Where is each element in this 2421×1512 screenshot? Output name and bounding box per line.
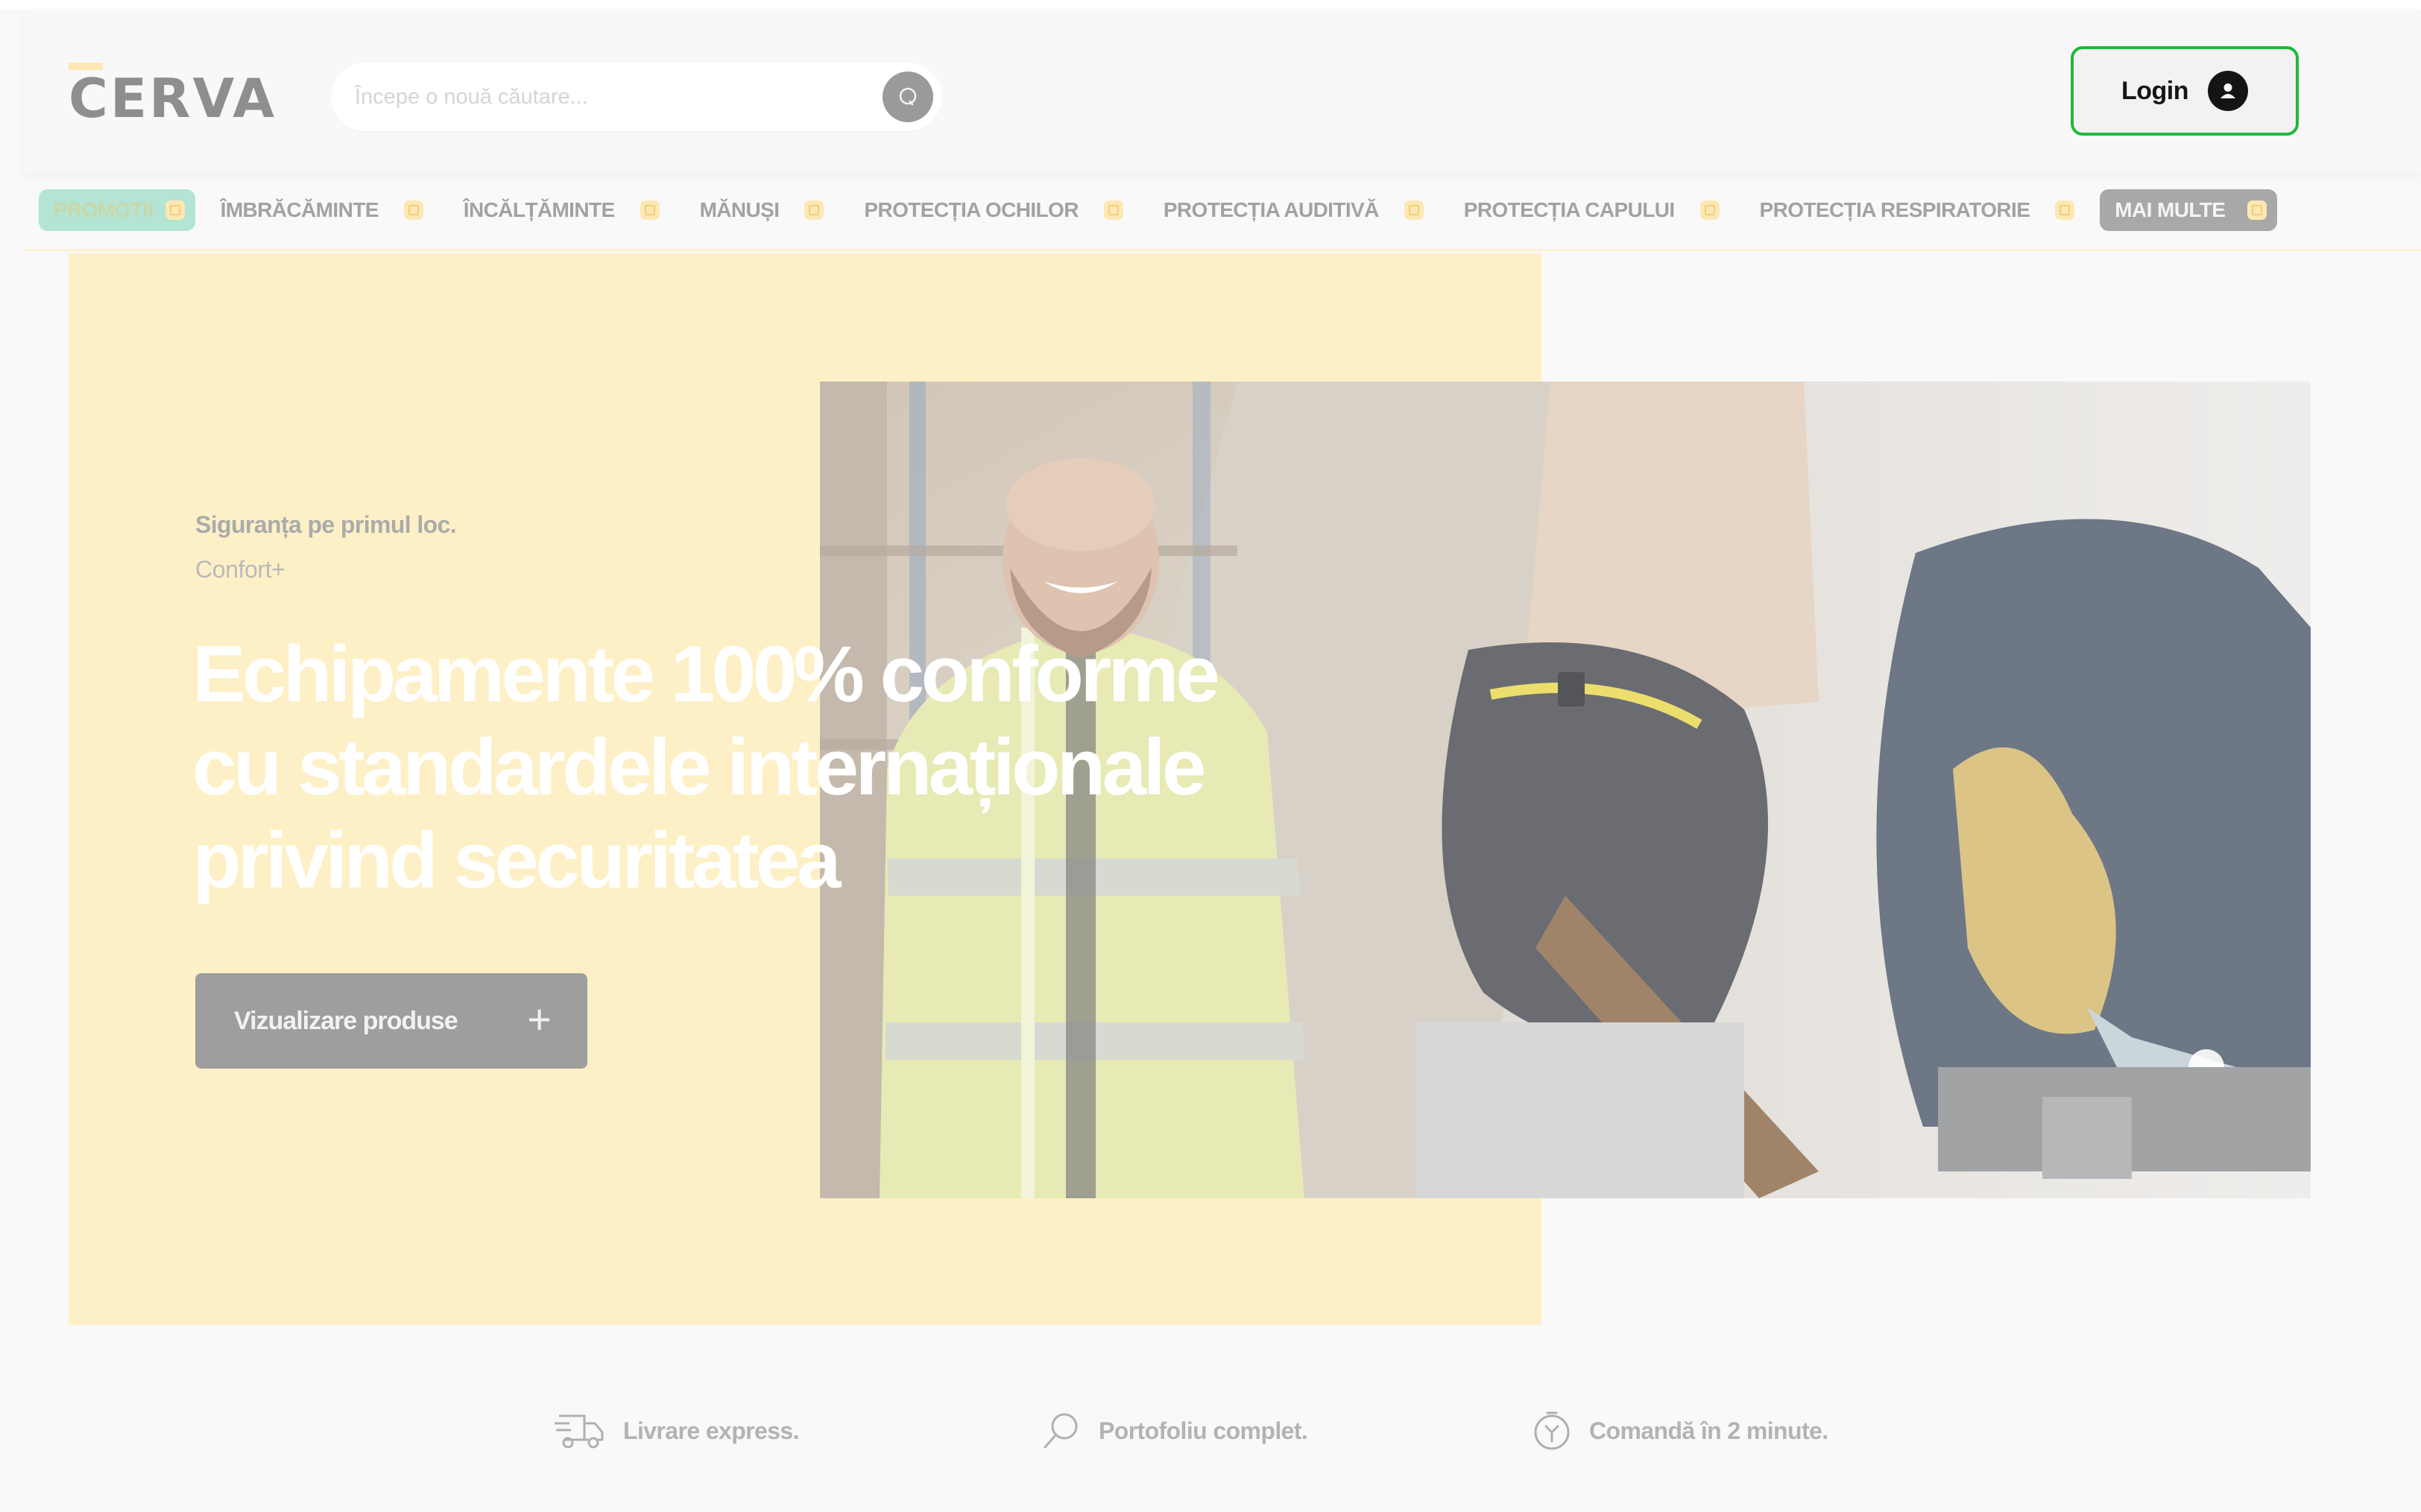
login-button[interactable]: Login [2071,46,2299,136]
chevron-down-icon [804,200,824,220]
nav-item-label: PROMOTII [54,198,154,221]
feature-delivery-label: Livrare express. [623,1417,800,1444]
clock-icon [1534,1411,1570,1450]
user-icon [2208,71,2249,111]
nav-item-label: ÎMBRĂCĂMINTE [220,198,379,221]
nav-item-mai-multe[interactable]: MAI MULTE [2100,189,2278,231]
main-nav: PROMOTII ÎMBRĂCĂMINTE ÎNCĂLȚĂMINTE MĂNUȘ… [39,182,2288,238]
nav-item-label: PROTECȚIA AUDITIVĂ [1163,198,1380,221]
chevron-down-icon [2055,200,2075,220]
logo-accent-bar [69,63,103,70]
feature-fast-order-label: Comandă în 2 minute. [1589,1417,1828,1444]
window-top-strip [0,0,2421,9]
nav-item-protectia-respiratorie[interactable]: PROTECȚIA RESPIRATORIE [1745,189,2090,231]
search-button[interactable] [883,72,933,122]
nav-item-imbracaminte[interactable]: ÎMBRĂCĂMINTE [206,189,438,231]
chevron-down-icon [1103,200,1123,220]
hero-title-line: cu standardele internaționale [192,722,1207,812]
nav-item-label: MAI MULTE [2115,198,2226,221]
nav-item-label: ÎNCĂLȚĂMINTE [463,198,615,221]
hero-sub-kicker: Confort+ [195,556,285,583]
nav-item-incaltaminte[interactable]: ÎNCĂLȚĂMINTE [449,189,675,231]
chevron-down-icon [403,200,423,220]
hero-title-line: Echipamente 100% conforme [192,629,1220,718]
view-products-label: Vizualizare produse [234,1006,458,1035]
search-bar [331,63,942,131]
nav-item-label: PROTECȚIA RESPIRATORIE [1759,198,2030,221]
chevron-down-icon [165,200,185,220]
logo-text: CERVA [69,67,277,130]
nav-item-protectia-capului[interactable]: PROTECȚIA CAPULUI [1449,189,1735,231]
login-label: Login [2121,76,2189,105]
feature-portfolio-label: Portofoliu complet. [1099,1417,1308,1444]
hero-title-line: privind securitatea [192,815,841,905]
nav-item-label: MĂNUȘI [699,198,780,221]
chevron-down-icon [1699,200,1720,220]
nav-item-manusi[interactable]: MĂNUȘI [685,189,839,231]
search-icon [1044,1413,1078,1449]
feature-portfolio: Portofoliu complet. [1041,1401,1308,1461]
hero-title: Echipamente 100% conforme cu standardele… [192,627,1310,907]
search-icon [899,87,917,106]
search-input[interactable] [331,63,883,131]
header-divider [24,249,2421,251]
nav-item-protectia-auditiva[interactable]: PROTECȚIA AUDITIVĂ [1149,189,1439,231]
hero-kicker: Siguranța pe primul loc. [195,511,457,538]
view-products-button[interactable]: Vizualizare produse + [195,973,587,1069]
chevron-down-icon [640,200,660,220]
features-bar: Livrare express. Portofoliu complet. Com… [0,1401,2421,1461]
nav-item-protectia-ochilor[interactable]: PROTECȚIA OCHILOR [849,189,1137,231]
nav-item-label: PROTECȚIA CAPULUI [1463,198,1675,221]
plus-icon: + [527,996,552,1043]
chevron-down-icon [2247,200,2267,220]
page: CERVA Login PROMOTII ÎMBRĂCĂMINTE [0,0,2421,1512]
logo[interactable]: CERVA [69,63,277,130]
chevron-down-icon [1404,200,1424,220]
delivery-truck-icon [555,1414,604,1449]
feature-fast-order: Comandă în 2 minute. [1531,1401,1828,1461]
nav-item-label: PROTECȚIA OCHILOR [864,198,1079,221]
feature-delivery: Livrare express. [555,1401,800,1461]
nav-item-promotii[interactable]: PROMOTII [39,189,195,231]
